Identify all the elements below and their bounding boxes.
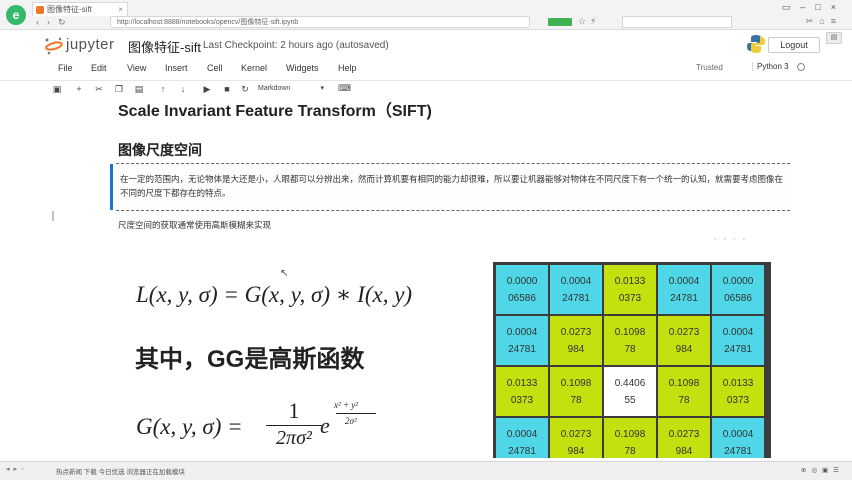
exponent-fraction-line	[336, 413, 376, 414]
exponent-numerator: x² + y²	[334, 400, 358, 410]
copy-icon[interactable]: ❐	[112, 83, 126, 95]
kernel-cell: 0.0133 0373	[496, 367, 548, 416]
move-up-icon[interactable]: ↑	[156, 83, 170, 95]
kernel-cell: 0.0000 06586	[496, 265, 548, 314]
jupyter-logo-icon[interactable]	[44, 36, 64, 56]
address-bar[interactable]: http://localhost:8888/notebooks/opencv/图…	[110, 16, 530, 28]
status-text: 热点新闻 下载 今日优选 浏览器正在加载模块	[56, 469, 185, 476]
exponential-base: e	[320, 413, 330, 438]
kernel-cell: 0.0273 984	[658, 418, 710, 458]
kernel-cell: 0.0000 06586	[712, 265, 764, 314]
restart-icon[interactable]: ↻	[238, 83, 252, 95]
menu-widgets[interactable]: Widgets	[286, 63, 319, 73]
exponent-denominator: 2σ²	[345, 416, 357, 426]
tab-close-icon[interactable]: ×	[118, 3, 123, 16]
browser-search-box[interactable]	[622, 16, 732, 28]
browser-logo-icon[interactable]: e	[6, 5, 26, 25]
security-badge-icon[interactable]	[548, 18, 572, 26]
fraction-denominator: 2πσ²	[276, 427, 312, 449]
chevron-down-icon: ▾	[320, 85, 324, 92]
status-left-icons[interactable]: ◂▸◦	[6, 465, 28, 473]
run-icon[interactable]: ▶	[200, 83, 214, 95]
save-icon[interactable]: ▣	[50, 83, 64, 95]
keyboard-icon[interactable]: ⌨	[338, 83, 351, 94]
paragraph: 尺度空间的获取通常使用高斯模糊来实现	[118, 220, 272, 230]
kernel-cell: 0.0273 984	[550, 316, 602, 365]
menu-view[interactable]: View	[127, 63, 146, 73]
kernel-cell: 0.1098 78	[658, 367, 710, 416]
tab-title: 图像特征-sift	[47, 5, 92, 14]
menu-insert[interactable]: Insert	[165, 63, 188, 73]
kernel-cell: 0.1098 78	[604, 316, 656, 365]
browser-nav-buttons[interactable]: ‹›↻	[36, 17, 74, 28]
menu-edit[interactable]: Edit	[91, 63, 107, 73]
jupyter-brand[interactable]: jupyter	[66, 36, 115, 53]
cell-type-value: Markdown	[258, 85, 291, 92]
cell-action-icons[interactable]: ◦◦◦◦	[714, 236, 752, 243]
kernel-cell: 0.0004 24781	[712, 316, 764, 365]
menu-cell[interactable]: Cell	[207, 63, 223, 73]
checkpoint-status: Last Checkpoint: 2 hours ago (autosaved)	[203, 40, 389, 51]
fraction-line	[266, 425, 322, 426]
kernel-cell: 0.0004 24781	[658, 265, 710, 314]
trusted-indicator[interactable]: Trusted	[696, 63, 723, 72]
kernel-cell: 0.0004 24781	[496, 418, 548, 458]
panel-toggle-icon[interactable]: ▤	[826, 32, 842, 44]
kernel-cell: 0.0133 0373	[712, 367, 764, 416]
kernel-cell: 0.4406 55	[604, 367, 656, 416]
address-actions-icon[interactable]: ☆⚡	[578, 16, 600, 27]
cell-selection-bar	[52, 211, 54, 221]
logout-button[interactable]: Logout	[768, 37, 820, 53]
gaussian-caption: 其中，GG是高斯函数	[135, 346, 365, 373]
insert-cell-icon[interactable]: +	[72, 83, 86, 95]
kernel-cell: 0.0004 24781	[712, 418, 764, 458]
section-heading: 图像尺度空间	[118, 142, 202, 158]
kernel-cell: 0.0133 0373	[604, 265, 656, 314]
cell-type-select[interactable]: Markdown ▾	[254, 83, 328, 95]
gaussian-kernel-table: 0.0000 06586 0.0004 24781 0.0133 0373 0.000…	[493, 262, 771, 458]
kernel-cell: 0.1098 78	[604, 418, 656, 458]
mouse-cursor-icon: ↖	[280, 268, 289, 279]
kernel-cell: 0.0273 984	[658, 316, 710, 365]
equation-scale-space: L(x, y, σ) = G(x, y, σ) ∗ I(x, y)	[136, 282, 413, 307]
menu-file[interactable]: File	[58, 63, 73, 73]
python-logo-icon	[747, 35, 765, 53]
equation-gaussian-fraction: 1 2πσ²	[266, 398, 322, 450]
menu-help[interactable]: Help	[338, 63, 357, 73]
status-right-icons[interactable]: ⊕◎▣☰	[801, 466, 844, 474]
kernel-cell: 0.0004 24781	[496, 316, 548, 365]
kernel-cell: 0.0273 984	[550, 418, 602, 458]
window-controls-icon[interactable]: ▭–□×	[782, 2, 846, 13]
quote-accent-bar	[110, 164, 113, 210]
blockquote-text: 在一定的范围内，无论物体是大还是小，人眼都可以分辨出来，然而计算机要有相同的能力…	[120, 174, 784, 198]
cut-icon[interactable]: ✂	[92, 83, 106, 95]
stop-icon[interactable]: ■	[220, 83, 234, 95]
notebook-title[interactable]: 图像特征-sift	[128, 37, 201, 56]
jupyter-favicon-icon	[36, 6, 44, 14]
kernel-status-icon	[797, 63, 805, 71]
kernel-cell: 0.1098 78	[550, 367, 602, 416]
kernel-name: Python 3	[752, 62, 789, 71]
toolbar	[0, 80, 852, 98]
notebook-heading: Scale Invariant Feature Transform（SIFT)	[118, 103, 432, 120]
fraction-numerator: 1	[288, 398, 300, 423]
browser-tab[interactable]: 图像特征-sift ×	[32, 2, 128, 16]
paste-icon[interactable]: ▤	[132, 83, 146, 95]
kernel-cell: 0.0004 24781	[550, 265, 602, 314]
extension-icons[interactable]: ✂⌂≡	[806, 16, 842, 27]
move-down-icon[interactable]: ↓	[176, 83, 190, 95]
equation-gaussian-lhs: G(x, y, σ) =	[136, 414, 243, 439]
menu-kernel[interactable]: Kernel	[241, 63, 267, 73]
